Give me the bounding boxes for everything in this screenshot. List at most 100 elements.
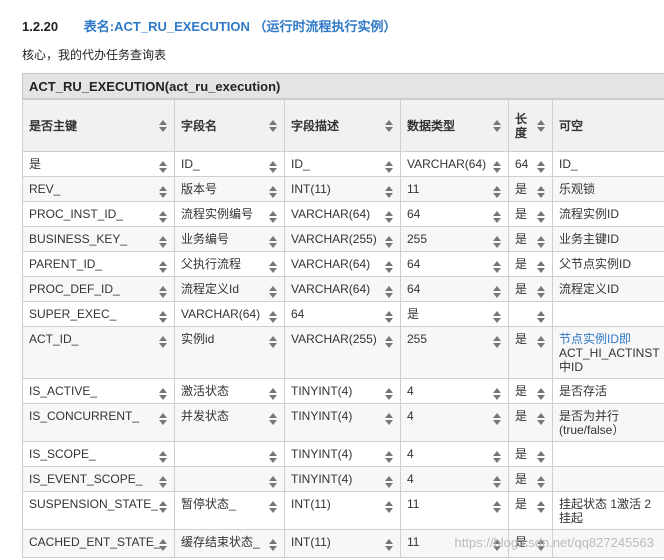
- sort-icon[interactable]: [158, 160, 168, 174]
- sort-icon[interactable]: [536, 500, 546, 514]
- sort-icon[interactable]: [384, 210, 394, 224]
- cell-text: IS_SCOPE_: [29, 447, 96, 461]
- sort-icon[interactable]: [492, 210, 502, 224]
- table-cell: 并发状态: [174, 403, 285, 442]
- sort-icon[interactable]: [158, 538, 168, 552]
- sort-icon[interactable]: [384, 450, 394, 464]
- sort-icon[interactable]: [158, 310, 168, 324]
- table-row: IS_CONCURRENT_ 并发状态 TINYINT(4) 4 是是否为并行(true…: [22, 403, 664, 442]
- column-header[interactable]: 长度: [508, 99, 553, 152]
- sort-icon[interactable]: [492, 285, 502, 299]
- table-row: BUSINESS_KEY_ 业务编号 VARCHAR(255) 255 是业务主键ID: [22, 226, 664, 252]
- sort-icon[interactable]: [492, 387, 502, 401]
- sort-icon[interactable]: [384, 119, 394, 133]
- table-cell: TINYINT(4): [284, 466, 401, 492]
- sort-icon[interactable]: [492, 310, 502, 324]
- sort-icon[interactable]: [492, 260, 502, 274]
- sort-icon[interactable]: [384, 335, 394, 349]
- sort-icon[interactable]: [158, 475, 168, 489]
- sort-icon[interactable]: [384, 235, 394, 249]
- cell-text: 乐观锁: [559, 182, 596, 196]
- column-header[interactable]: 字段描述: [284, 99, 401, 152]
- sort-icon[interactable]: [158, 185, 168, 199]
- sort-icon[interactable]: [268, 310, 278, 324]
- sort-icon[interactable]: [384, 185, 394, 199]
- sort-icon[interactable]: [268, 210, 278, 224]
- sort-icon[interactable]: [384, 475, 394, 489]
- sort-icon[interactable]: [384, 538, 394, 552]
- cell-text: 64: [291, 307, 305, 321]
- sort-icon[interactable]: [268, 538, 278, 552]
- table-cell: 是: [508, 441, 553, 467]
- sort-icon[interactable]: [158, 210, 168, 224]
- sort-icon[interactable]: [536, 285, 546, 299]
- sort-icon[interactable]: [492, 412, 502, 426]
- sort-icon[interactable]: [536, 235, 546, 249]
- table-body: 是 ID_ ID_ VARCHAR(64) 64 ID_ REV_ 版本号 INT(11) 11 是…: [22, 151, 664, 558]
- sort-icon[interactable]: [268, 285, 278, 299]
- column-header[interactable]: 数据类型: [400, 99, 509, 152]
- sort-icon[interactable]: [536, 387, 546, 401]
- sort-icon[interactable]: [158, 285, 168, 299]
- sort-icon[interactable]: [268, 387, 278, 401]
- sort-icon[interactable]: [492, 119, 502, 133]
- table-cell: 是: [508, 251, 553, 277]
- sort-icon[interactable]: [384, 285, 394, 299]
- sort-icon[interactable]: [492, 235, 502, 249]
- cell-text: SUSPENSION_STATE_: [29, 497, 158, 511]
- sort-icon[interactable]: [536, 185, 546, 199]
- sort-icon[interactable]: [158, 412, 168, 426]
- sort-icon[interactable]: [384, 412, 394, 426]
- table-cell: 是否为并行(true/false）: [552, 403, 664, 442]
- sort-icon[interactable]: [536, 260, 546, 274]
- sort-icon[interactable]: [158, 450, 168, 464]
- sort-icon[interactable]: [268, 450, 278, 464]
- table-cell: VARCHAR(64): [284, 276, 401, 302]
- sort-icon[interactable]: [384, 500, 394, 514]
- sort-icon[interactable]: [536, 450, 546, 464]
- sort-icon[interactable]: [384, 160, 394, 174]
- sort-icon[interactable]: [268, 335, 278, 349]
- sort-icon[interactable]: [268, 412, 278, 426]
- sort-icon[interactable]: [158, 387, 168, 401]
- sort-icon[interactable]: [268, 185, 278, 199]
- sort-icon[interactable]: [536, 335, 546, 349]
- sort-icon[interactable]: [492, 335, 502, 349]
- sort-icon[interactable]: [268, 500, 278, 514]
- sort-icon[interactable]: [492, 185, 502, 199]
- sort-icon[interactable]: [158, 335, 168, 349]
- cell-text: PROC_INST_ID_: [29, 207, 124, 221]
- column-header[interactable]: 可空: [552, 99, 664, 152]
- sort-icon[interactable]: [492, 500, 502, 514]
- sort-icon[interactable]: [536, 160, 546, 174]
- sort-icon[interactable]: [536, 119, 546, 133]
- sort-icon[interactable]: [268, 160, 278, 174]
- sort-icon[interactable]: [158, 119, 168, 133]
- sort-icon[interactable]: [158, 260, 168, 274]
- table-cell: VARCHAR(255): [284, 226, 401, 252]
- sort-icon[interactable]: [536, 475, 546, 489]
- sort-icon[interactable]: [384, 310, 394, 324]
- column-header[interactable]: 是否主键: [22, 99, 175, 152]
- table-cell: VARCHAR(255): [284, 326, 401, 379]
- sort-icon[interactable]: [158, 500, 168, 514]
- sort-icon[interactable]: [536, 412, 546, 426]
- sort-icon[interactable]: [384, 387, 394, 401]
- table-cell: 64: [400, 201, 509, 227]
- sort-icon[interactable]: [536, 310, 546, 324]
- sort-icon[interactable]: [492, 475, 502, 489]
- link-text[interactable]: 节点实例ID即: [559, 332, 631, 346]
- section-number: 1.2.20: [22, 19, 59, 34]
- sort-icon[interactable]: [384, 260, 394, 274]
- sort-icon[interactable]: [268, 475, 278, 489]
- sort-icon[interactable]: [268, 119, 278, 133]
- table-cell: INT(11): [284, 529, 401, 558]
- sort-icon[interactable]: [158, 235, 168, 249]
- column-header[interactable]: 字段名: [174, 99, 285, 152]
- sort-icon[interactable]: [536, 210, 546, 224]
- sort-icon[interactable]: [268, 260, 278, 274]
- sort-icon[interactable]: [492, 450, 502, 464]
- sort-icon[interactable]: [492, 160, 502, 174]
- table-cell: 激活状态: [174, 378, 285, 404]
- sort-icon[interactable]: [268, 235, 278, 249]
